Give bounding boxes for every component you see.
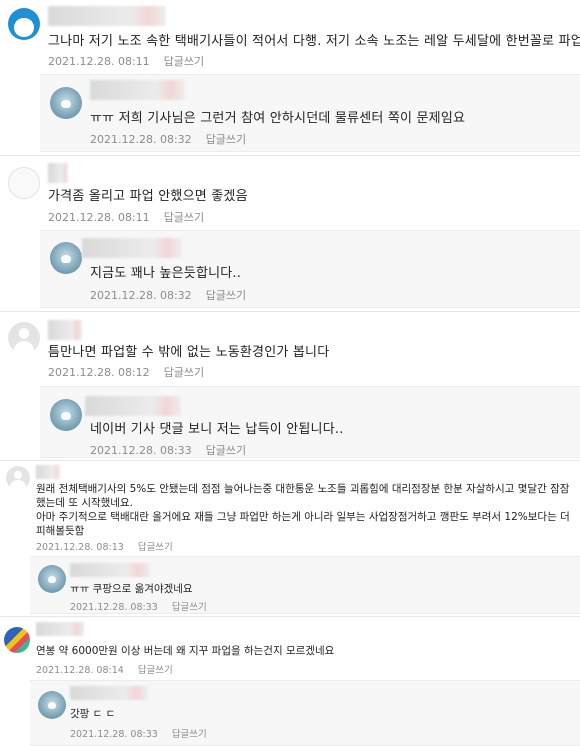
nickname-blurred[interactable] [48,320,82,340]
nickname-blurred[interactable] [48,6,166,26]
reply-avatar[interactable] [38,565,66,593]
reply-date: 2021.12.28. 08:33 [90,444,192,457]
reply-avatar[interactable] [50,242,82,274]
comment-meta: 2021.12.28. 08:14 답글쓰기 [36,662,173,676]
divider [0,460,580,461]
reply-button[interactable]: 답글쓰기 [206,133,246,146]
comment-text: 원래 전체택배기사의 5%도 안됐는데 점점 늘어나는중 대한통운 노조들 괴롭… [36,483,570,537]
reply-button[interactable]: 답글쓰기 [172,729,207,740]
reply-date: 2021.12.28. 08:33 [70,729,158,740]
comment-text: 가격좀 올리고 파업 안했으면 좋겠음 [48,189,248,204]
colorful-avatar[interactable] [4,627,30,653]
comment-meta: 2021.12.28. 08:11 답글쓰기 [48,53,204,69]
comment-text: 틈만나면 파업할 수 밖에 없는 노동환경인가 봅니다 [48,345,330,360]
nickname-blurred[interactable] [85,396,181,416]
reply-button[interactable]: 답글쓰기 [164,211,204,224]
divider [0,311,580,312]
nickname-blurred[interactable] [82,238,182,258]
reply-button[interactable]: 답글쓰기 [206,289,246,302]
nickname-blurred[interactable] [90,80,185,100]
divider [0,155,580,156]
comment-meta: 2021.12.28. 08:11 답글쓰기 [48,209,204,225]
reply-text: 지금도 꽤나 높은듯합니다.. [90,266,242,281]
comment-date: 2021.12.28. 08:14 [36,665,124,676]
reply-button[interactable]: 답글쓰기 [206,444,246,457]
reply-meta: 2021.12.28. 08:33 답글쓰기 [90,442,246,458]
comment-date: 2021.12.28. 08:12 [48,366,150,379]
reply-meta: 2021.12.28. 08:33 답글쓰기 [70,599,207,613]
reply-text: 갓팡 ㄷ ㄷ [70,708,116,720]
nickname-blurred[interactable] [36,465,60,479]
reply-button[interactable]: 답글쓰기 [138,665,173,676]
reply-text: ㅠㅠ 쿠팡으로 옮겨야겠네요 [70,583,193,595]
reply-avatar[interactable] [50,399,82,431]
reply-date: 2021.12.28. 08:32 [90,133,192,146]
reply-text: ㅠㅠ 저희 기사님은 그런거 참여 안하시던데 물류센터 쪽이 문제임요 [90,111,466,126]
comment-date: 2021.12.28. 08:11 [48,211,150,224]
reply-button[interactable]: 답글쓰기 [164,55,204,68]
reply-button[interactable]: 답글쓰기 [172,602,207,613]
reply-text: 네이버 기사 댓글 보니 저는 납득이 안됩니다.. [90,422,344,437]
comment-meta: 2021.12.28. 08:12 답글쓰기 [48,364,204,380]
reply-meta: 2021.12.28. 08:33 답글쓰기 [70,726,207,740]
comment-text: 연봉 약 6000만원 이상 버는데 왜 지꾸 파업을 하는건지 모르겠네요 [36,645,335,657]
comment-date: 2021.12.28. 08:11 [48,55,150,68]
default-avatar[interactable] [6,466,30,490]
reply-avatar[interactable] [38,691,66,719]
divider [0,616,580,617]
nickname-blurred[interactable] [48,163,68,183]
nickname-blurred[interactable] [36,622,84,636]
reply-meta: 2021.12.28. 08:32 답글쓰기 [90,131,246,147]
reply-avatar[interactable] [50,87,82,119]
comment-date: 2021.12.28. 08:13 [36,542,124,553]
reply-date: 2021.12.28. 08:32 [90,289,192,302]
reply-button[interactable]: 답글쓰기 [138,542,173,553]
nickname-blurred[interactable] [70,563,150,577]
comment-meta: 2021.12.28. 08:13 답글쓰기 [36,539,173,553]
doraemon-avatar[interactable] [8,8,40,40]
reply-date: 2021.12.28. 08:33 [70,602,158,613]
default-avatar[interactable] [8,322,40,354]
sketch-avatar[interactable] [8,167,40,199]
reply-button[interactable]: 답글쓰기 [164,366,204,379]
reply-meta: 2021.12.28. 08:32 답글쓰기 [90,287,246,303]
comment-text: 그나마 저기 노조 속한 택배기사들이 적어서 다행. 저기 소속 노조는 레알… [48,34,580,49]
nickname-blurred[interactable] [70,686,148,700]
